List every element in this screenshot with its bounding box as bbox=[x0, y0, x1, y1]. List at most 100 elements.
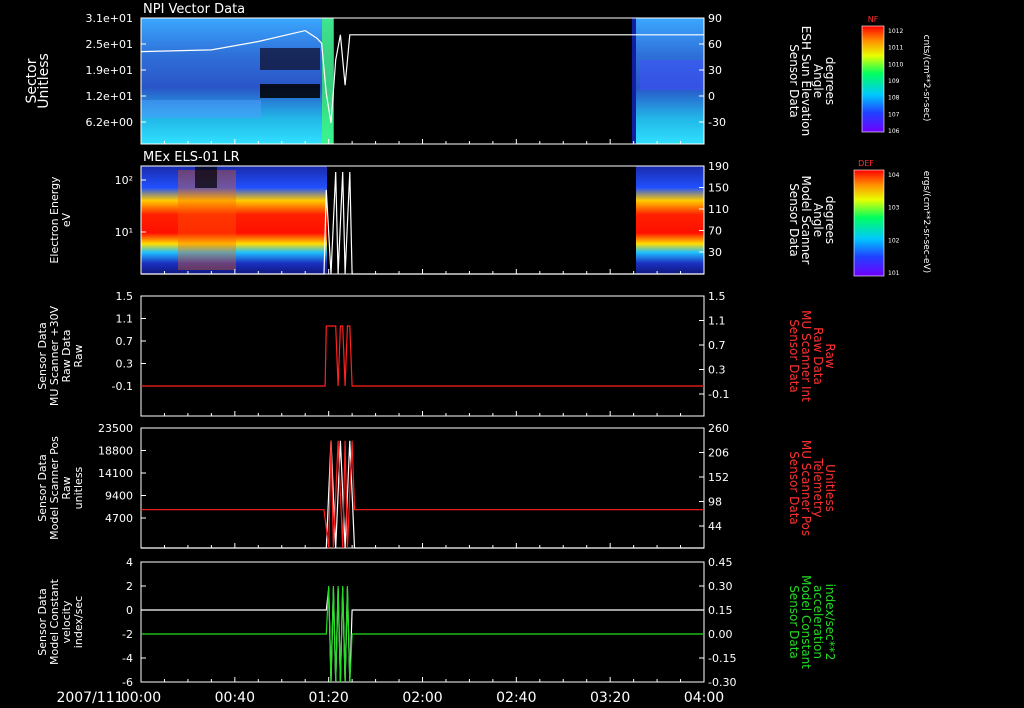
panel-title: NPI Vector Data bbox=[143, 2, 245, 17]
time-axis: 2007/11100:00 00:40 01:20 02:00 02:40 03:20 04… bbox=[56, 690, 724, 706]
left-axis-label: unitless bbox=[72, 466, 85, 509]
colorbar-nf-unit: cnts/(cm**2-sr-sec) bbox=[921, 35, 931, 122]
colorbar-nf-tick: 109 bbox=[888, 78, 900, 85]
colorbar-nf-label: NF bbox=[868, 15, 879, 24]
left-tick-label: 14100 bbox=[98, 467, 133, 480]
right-axis-label: degrees bbox=[823, 196, 837, 244]
right-axis-label: Model Constant bbox=[799, 575, 813, 669]
right-axis-label: Angle bbox=[811, 203, 825, 237]
series-line-1 bbox=[141, 440, 704, 549]
right-tick-label: 44 bbox=[708, 520, 722, 533]
right-axis-label: ESH Sun Elevation bbox=[799, 26, 813, 136]
left-tick-label: -6 bbox=[122, 676, 133, 689]
els-heatmap bbox=[141, 166, 704, 274]
right-tick-label: 0.15 bbox=[708, 604, 733, 617]
right-axis-label: Sensor Data bbox=[787, 585, 801, 659]
right-axis-label: Raw bbox=[823, 343, 837, 368]
left-tick-label: -2 bbox=[122, 628, 133, 641]
colorbar-nf bbox=[861, 25, 885, 133]
right-tick-label: -0.30 bbox=[708, 676, 736, 689]
right-axis-label: Telemetry bbox=[811, 457, 825, 517]
series-line-1 bbox=[141, 325, 704, 387]
right-tick-label: 30 bbox=[708, 64, 722, 77]
left-tick-label: 1.9e+01 bbox=[86, 64, 133, 77]
time-tick-label: 00:00 bbox=[121, 690, 161, 706]
left-axis-label: Raw bbox=[72, 344, 85, 367]
right-axis-label: Sensor Data bbox=[787, 44, 801, 118]
right-axis-label: index/sec**2 bbox=[823, 584, 837, 661]
right-axis-label: degrees bbox=[823, 57, 837, 105]
colorbar-nf-tick: 1011 bbox=[888, 45, 903, 52]
panel-frame bbox=[140, 427, 705, 549]
left-tick-label: 2 bbox=[126, 580, 133, 593]
right-tick-label: 70 bbox=[708, 225, 722, 238]
right-tick-label: 0.45 bbox=[708, 556, 733, 569]
left-axis-label: index/sec bbox=[72, 596, 85, 648]
npi-heatmap bbox=[141, 18, 704, 144]
colorbar-def-label: DEF bbox=[858, 159, 874, 168]
colorbar-def-tick: 101 bbox=[888, 270, 900, 277]
left-tick-label: 18800 bbox=[98, 445, 133, 458]
right-tick-label: 0.3 bbox=[708, 364, 726, 377]
right-axis-label: Unitless bbox=[823, 464, 837, 512]
left-tick-label: 10¹ bbox=[115, 226, 133, 239]
series-line-2 bbox=[141, 585, 704, 683]
time-tick-label: 02:40 bbox=[496, 690, 536, 706]
right-axis-label: Sensor Data bbox=[787, 319, 801, 393]
right-tick-label: 260 bbox=[708, 422, 729, 435]
right-tick-label: 206 bbox=[708, 447, 729, 460]
left-tick-label: -4 bbox=[122, 652, 133, 665]
panel-frame bbox=[140, 561, 705, 683]
right-tick-label: -0.1 bbox=[708, 388, 729, 401]
colorbar-def-tick: 103 bbox=[888, 205, 900, 212]
left-tick-label: 4 bbox=[126, 556, 133, 569]
colorbar-nf-tick: 1010 bbox=[888, 61, 903, 68]
time-tick-label: 02:00 bbox=[402, 690, 442, 706]
right-tick-label: 60 bbox=[708, 38, 722, 51]
panel-3: 1.5 1.1 0.7 0.3 -0.1 1.5 1.1 0.7 0.3 -0.1 Sensor D… bbox=[36, 290, 837, 417]
left-tick-label: 3.1e+01 bbox=[86, 12, 133, 25]
right-tick-label: 110 bbox=[708, 203, 729, 216]
right-tick-label: 1.1 bbox=[708, 315, 726, 328]
left-tick-label: 4700 bbox=[105, 512, 133, 525]
left-tick-label: 6.2e+00 bbox=[86, 116, 133, 129]
panel-frame bbox=[140, 295, 705, 417]
time-tick-label: 04:00 bbox=[684, 690, 724, 706]
right-axis-label: Sensor Data bbox=[787, 183, 801, 257]
series-line-2 bbox=[141, 440, 704, 549]
right-axis-label: MU Scanner Pos bbox=[799, 440, 813, 536]
right-tick-label: 152 bbox=[708, 471, 729, 484]
right-tick-label: 0.7 bbox=[708, 339, 726, 352]
right-tick-label: 190 bbox=[708, 160, 729, 173]
colorbar-def-unit: ergs/(cm**2-sr-sec-eV) bbox=[921, 171, 931, 273]
right-tick-label: 150 bbox=[708, 182, 729, 195]
right-tick-label: 0.30 bbox=[708, 580, 733, 593]
colorbar-def-tick: 104 bbox=[888, 172, 900, 179]
right-tick-label: 90 bbox=[708, 12, 722, 25]
time-tick-label: 00:40 bbox=[215, 690, 255, 706]
series-line-1 bbox=[141, 588, 704, 683]
left-tick-label: 9400 bbox=[105, 490, 133, 503]
left-axis-label: eV bbox=[60, 212, 73, 227]
panel-4: 23500 18800 14100 9400 4700 260 206 152 98 44 Sens… bbox=[36, 422, 837, 549]
colorbar-def-tick: 102 bbox=[888, 237, 900, 244]
left-tick-label: 0.3 bbox=[116, 358, 134, 371]
right-axis-label: MU Scanner Int bbox=[799, 310, 813, 402]
right-tick-label: 30 bbox=[708, 246, 722, 259]
left-tick-label: 23500 bbox=[98, 422, 133, 435]
right-tick-label: 98 bbox=[708, 496, 722, 509]
left-axis-label: Unitless bbox=[36, 53, 52, 109]
colorbar-def bbox=[853, 169, 885, 277]
left-tick-label: 10² bbox=[115, 174, 133, 187]
colorbar-nf-tick: 107 bbox=[888, 111, 900, 118]
left-tick-label: 1.2e+01 bbox=[86, 90, 133, 103]
date-label: 2007/111 bbox=[56, 690, 123, 706]
multi-panel-plot: NPI Vector Data 3.1e+01 2.5e+01 1.9e+01 1.2e… bbox=[24, 2, 931, 706]
left-tick-label: 1.5 bbox=[116, 290, 134, 303]
panel-title: MEx ELS-01 LR bbox=[143, 150, 240, 165]
right-axis-label: acceleration bbox=[811, 585, 825, 659]
colorbar-nf-tick: 1012 bbox=[888, 28, 903, 35]
left-tick-label: 0 bbox=[126, 604, 133, 617]
left-tick-label: 2.5e+01 bbox=[86, 38, 133, 51]
right-tick-label: 1.5 bbox=[708, 290, 726, 303]
